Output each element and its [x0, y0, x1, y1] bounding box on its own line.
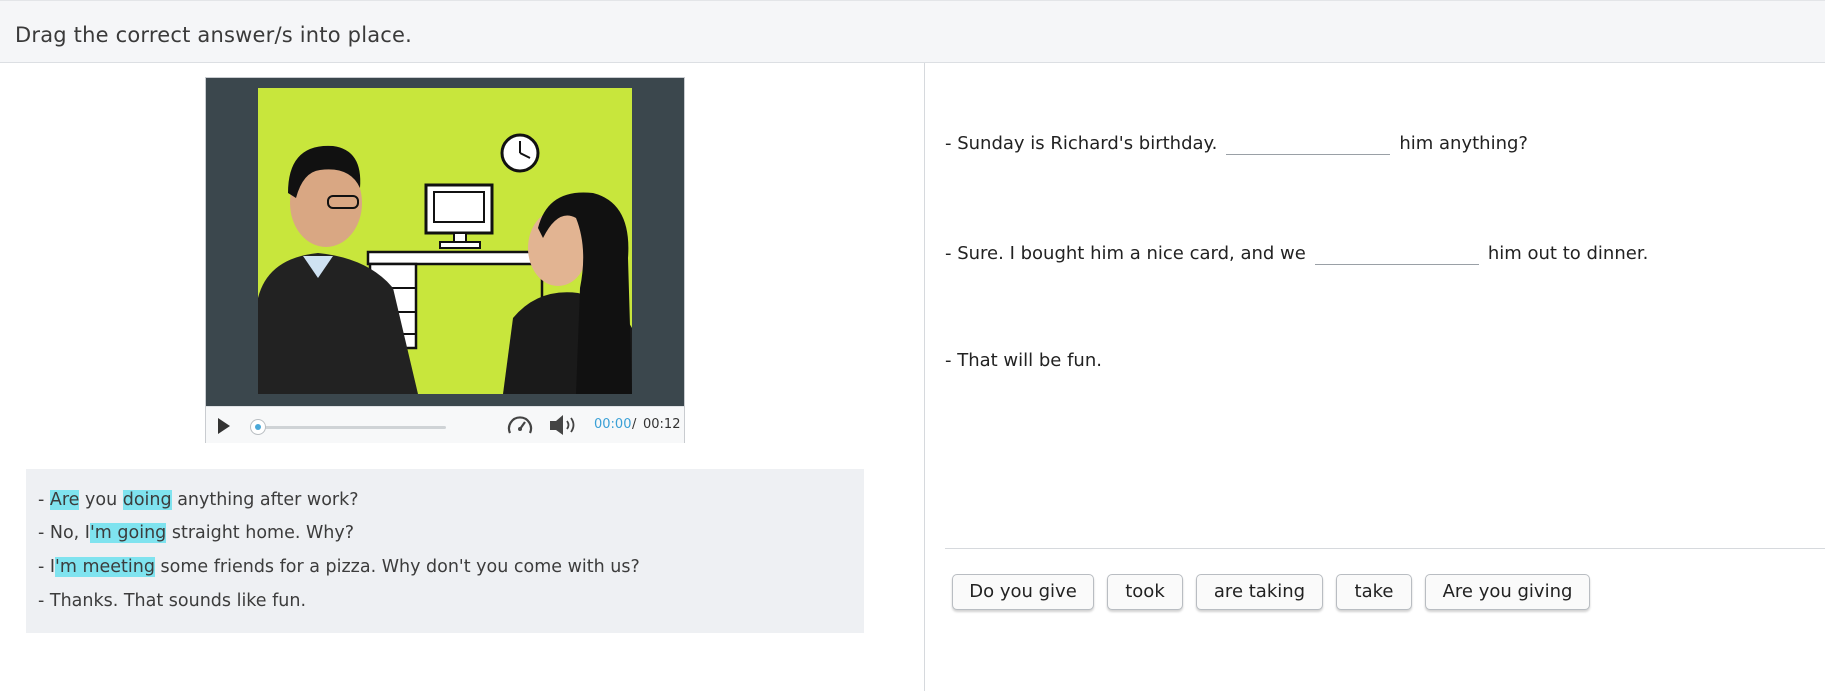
highlighted-segment: 'm going — [89, 523, 167, 543]
player-controls: 00:00 / 00:12 — [206, 406, 684, 443]
time-separator: / — [632, 417, 637, 432]
question-1-before: - Sunday is Richard's birthday. — [945, 133, 1218, 154]
question-2-before: - Sure. I bought him a nice card, and we — [945, 243, 1306, 264]
question-3-text: - That will be fun. — [945, 350, 1102, 371]
column-divider — [924, 63, 925, 691]
instruction-text: Drag the correct answer/s into place. — [15, 23, 413, 47]
video-still-image — [258, 133, 632, 394]
progress-track[interactable] — [256, 426, 446, 429]
drop-zone-2[interactable] — [1314, 240, 1479, 265]
highlighted-segment: doing — [122, 490, 172, 510]
drop-zone-1[interactable] — [1226, 130, 1391, 155]
time-total: 00:12 — [643, 417, 681, 432]
answers-divider — [945, 548, 1825, 549]
question-3: - That will be fun. — [945, 350, 1102, 371]
play-icon[interactable] — [218, 418, 230, 434]
question-1: - Sunday is Richard's birthday. him anyth… — [945, 130, 1528, 155]
transcript-segment: anything after work? — [171, 490, 359, 510]
question-2-after: him out to dinner. — [1487, 243, 1649, 264]
answer-chip[interactable]: Do you give — [952, 574, 1094, 610]
transcript-segment: some friends for a pizza. Why don't you … — [154, 557, 640, 577]
transcript-segment: - I — [38, 557, 56, 577]
transcript-line: - I'm meeting some friends for a pizza. … — [38, 557, 640, 577]
highlighted-segment: 'm meeting — [55, 557, 155, 577]
answer-chip[interactable]: are taking — [1196, 574, 1323, 610]
transcript-line: - Are you doing anything after work? — [38, 490, 359, 510]
speed-icon[interactable] — [506, 413, 534, 441]
progress-handle[interactable] — [250, 419, 266, 435]
transcript-segment: - — [38, 490, 50, 510]
volume-icon[interactable] — [548, 413, 580, 441]
video-screen[interactable] — [206, 78, 684, 406]
video-player[interactable]: 00:00 / 00:12 — [205, 77, 685, 443]
answer-chip[interactable]: Are you giving — [1425, 574, 1590, 610]
video-frame — [258, 88, 632, 394]
transcript-line: - Thanks. That sounds like fun. — [38, 591, 306, 611]
question-1-after: him anything? — [1399, 133, 1528, 154]
transcript-panel: - Are you doing anything after work? - N… — [26, 469, 864, 633]
transcript-segment: straight home. Why? — [166, 523, 355, 543]
highlighted-segment: Are — [49, 490, 80, 510]
instruction-bar: Drag the correct answer/s into place. — [0, 0, 1825, 63]
time-current: 00:00 — [594, 417, 632, 432]
transcript-segment: - Thanks. That sounds like fun. — [38, 591, 307, 611]
transcript-segment: - No, I — [38, 523, 90, 543]
question-2: - Sure. I bought him a nice card, and we… — [945, 240, 1648, 265]
answer-chip[interactable]: took — [1107, 574, 1183, 610]
transcript-line: - No, I'm going straight home. Why? — [38, 523, 354, 543]
transcript-segment: you — [79, 490, 123, 510]
answer-chip[interactable]: take — [1336, 574, 1412, 610]
